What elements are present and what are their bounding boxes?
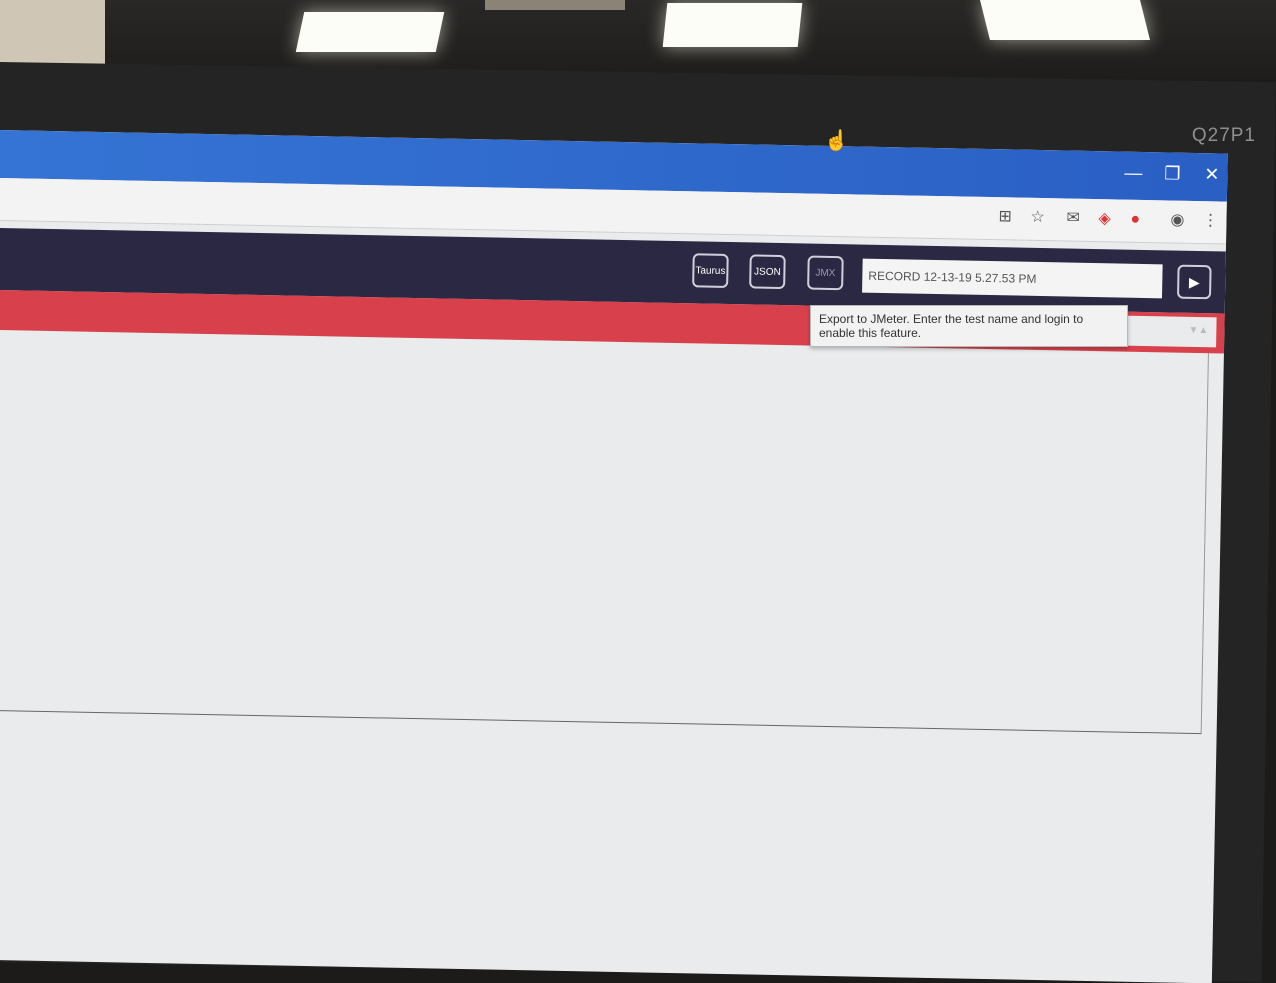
- monitor-model-label: Q27P1: [1191, 125, 1256, 146]
- menu-icon[interactable]: ⋮: [1202, 212, 1218, 229]
- browser-screen: — ❐ ✕ ⊞ ☆ ✉ ◈ ● ◉ ⋮ Taurus JSON JMX ▶ ▼▲: [0, 130, 1228, 983]
- gmail-icon[interactable]: ✉: [1066, 209, 1080, 226]
- tooltip: Export to JMeter. Enter the test name an…: [810, 305, 1128, 347]
- play-button[interactable]: ▶: [1176, 264, 1212, 300]
- translate-icon[interactable]: ⊞: [998, 208, 1012, 225]
- record-extension-icon[interactable]: ●: [1130, 211, 1140, 228]
- sort-arrows-icon[interactable]: ▼▲: [1188, 325, 1208, 336]
- taurus-export-button[interactable]: Taurus: [692, 253, 729, 289]
- jmx-export-button[interactable]: JMX: [807, 255, 844, 291]
- hand-cursor-icon: ☝: [824, 130, 849, 152]
- ceiling-beam: [485, 0, 625, 10]
- minimize-button[interactable]: —: [1124, 163, 1142, 183]
- test-name-input[interactable]: [862, 258, 1163, 299]
- restore-button[interactable]: ❐: [1164, 163, 1181, 183]
- main-content-area: [0, 329, 1209, 735]
- ceiling-light: [295, 12, 445, 52]
- ceiling-light: [662, 3, 803, 47]
- ceiling-light: [980, 0, 1150, 40]
- json-export-button[interactable]: JSON: [749, 254, 786, 290]
- star-icon[interactable]: ☆: [1030, 209, 1045, 226]
- account-icon[interactable]: ◉: [1170, 211, 1184, 228]
- wall: [0, 0, 105, 70]
- close-button[interactable]: ✕: [1204, 164, 1219, 184]
- extension-icon[interactable]: ◈: [1098, 210, 1111, 227]
